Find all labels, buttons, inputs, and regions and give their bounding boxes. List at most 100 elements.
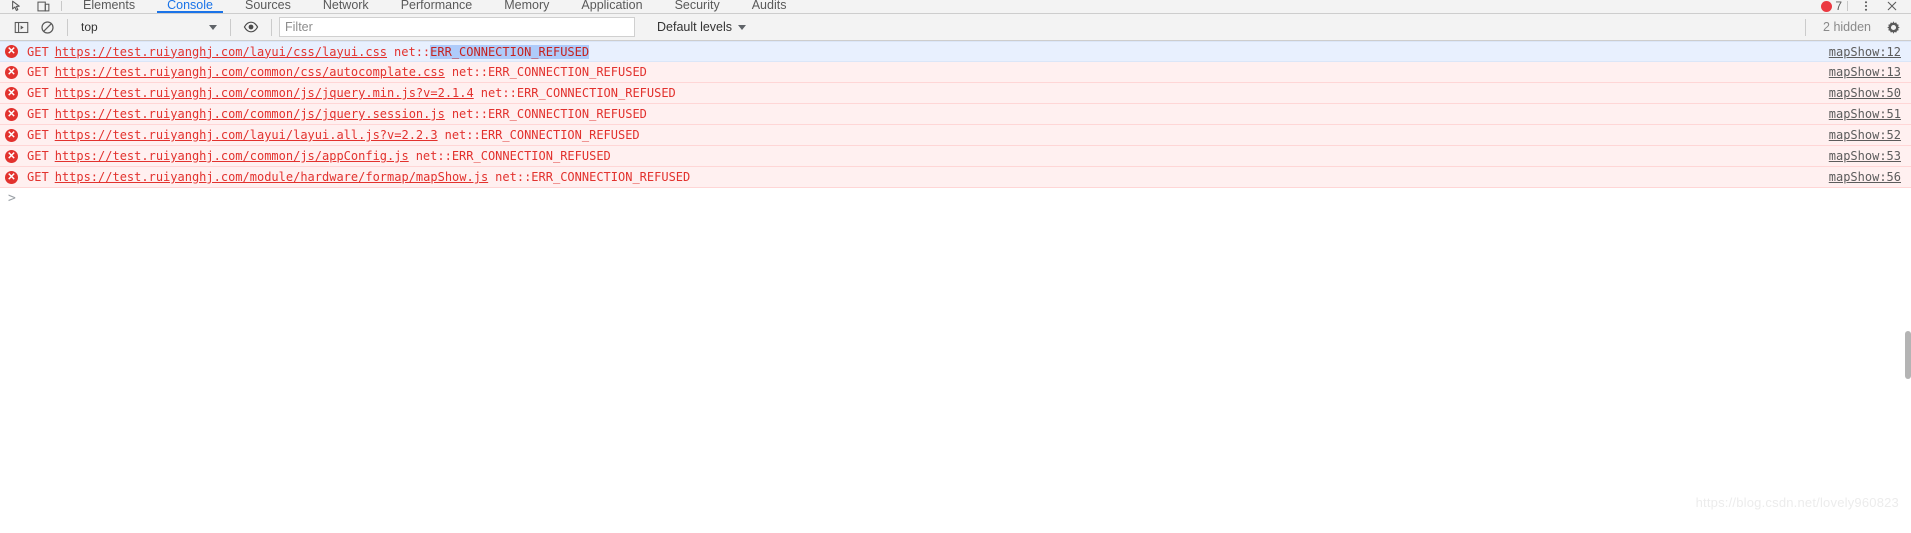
source-location-link[interactable]: mapShow:12 xyxy=(1829,45,1901,59)
console-message-row[interactable]: ✕ GET https://test.ruiyanghj.com/common/… xyxy=(0,62,1911,83)
tab-elements-label: Elements xyxy=(83,0,136,12)
error-code: ERR_CONNECTION_REFUSED xyxy=(487,65,647,79)
request-url-link[interactable]: https://test.ruiyanghj.com/common/js/jqu… xyxy=(55,86,474,100)
request-method: GET xyxy=(27,86,49,100)
error-code: ERR_CONNECTION_REFUSED xyxy=(487,107,647,121)
tab-sources-label: Sources xyxy=(244,0,291,12)
request-method: GET xyxy=(27,65,49,79)
source-location-link[interactable]: mapShow:56 xyxy=(1829,170,1901,184)
console-message-row[interactable]: ✕ GET https://test.ruiyanghj.com/common/… xyxy=(0,104,1911,125)
console-message-row[interactable]: ✕ GET https://test.ruiyanghj.com/common/… xyxy=(0,146,1911,167)
tab-performance-label: Performance xyxy=(400,0,473,12)
toolbar-right-controls: 2 hidden xyxy=(1798,16,1905,38)
tab-audits-label: Audits xyxy=(751,0,787,12)
request-method: GET xyxy=(27,44,49,59)
more-tabs-icon[interactable] xyxy=(1853,0,1879,13)
execution-context-selector[interactable]: top xyxy=(75,17,223,38)
tab-application[interactable]: Application xyxy=(565,0,658,13)
request-url-link[interactable]: https://test.ruiyanghj.com/layui/css/lay… xyxy=(55,45,387,59)
request-url-link[interactable]: https://test.ruiyanghj.com/common/css/au… xyxy=(55,65,445,79)
toolbar-divider-4 xyxy=(1805,18,1807,36)
clear-console-icon[interactable] xyxy=(34,16,60,38)
error-count-badge[interactable]: 7 xyxy=(1821,0,1842,13)
tab-console[interactable]: Console xyxy=(151,0,229,13)
console-message-row[interactable]: ✕ GET https://test.ruiyanghj.com/module/… xyxy=(0,167,1911,188)
devtools-window: Elements Console Sources Network Perform… xyxy=(0,0,1911,533)
tab-audits[interactable]: Audits xyxy=(736,0,803,13)
console-sidebar-icon[interactable] xyxy=(8,16,34,38)
net-prefix: net:: xyxy=(394,44,431,59)
execution-context-value: top xyxy=(81,20,98,34)
source-location-link[interactable]: mapShow:53 xyxy=(1829,149,1901,163)
net-prefix: net:: xyxy=(480,86,517,100)
console-prompt[interactable]: > xyxy=(0,188,1911,208)
error-icon: ✕ xyxy=(5,107,18,121)
error-dot-icon xyxy=(1821,0,1833,12)
net-prefix: net:: xyxy=(495,170,532,184)
request-method: GET xyxy=(27,170,49,184)
source-location-link[interactable]: mapShow:50 xyxy=(1829,86,1901,100)
error-code: ERR_CONNECTION_REFUSED xyxy=(531,170,691,184)
net-prefix: net:: xyxy=(444,128,481,142)
console-message-row[interactable]: ✕ GET https://test.ruiyanghj.com/common/… xyxy=(0,83,1911,104)
error-count-label: 7 xyxy=(1835,0,1842,13)
filter-input[interactable] xyxy=(279,17,635,37)
error-icon: ✕ xyxy=(5,45,18,58)
console-toolbar: top Default levels 2 hidden xyxy=(0,14,1911,41)
request-url-link[interactable]: https://test.ruiyanghj.com/common/js/app… xyxy=(55,149,409,163)
chevron-down-icon xyxy=(209,24,217,30)
error-code: ERR_CONNECTION_REFUSED xyxy=(451,149,611,163)
error-icon: ✕ xyxy=(5,128,18,142)
net-prefix: net:: xyxy=(451,107,488,121)
log-levels-label: Default levels xyxy=(657,20,733,34)
tabstrip-right-divider xyxy=(1847,1,1848,11)
tabstrip-divider xyxy=(61,1,62,11)
console-message-row[interactable]: ✕ GET https://test.ruiyanghj.com/layui/l… xyxy=(0,125,1911,146)
error-code: ERR_CONNECTION_REFUSED xyxy=(516,86,676,100)
source-location-link[interactable]: mapShow:13 xyxy=(1829,65,1901,79)
device-toolbar-icon[interactable] xyxy=(30,0,56,13)
hidden-messages-count[interactable]: 2 hidden xyxy=(1813,20,1881,34)
toolbar-divider-3 xyxy=(271,18,272,36)
error-code: ERR_CONNECTION_REFUSED xyxy=(430,44,590,59)
source-location-link[interactable]: mapShow:51 xyxy=(1829,107,1901,121)
request-method: GET xyxy=(27,128,49,142)
tab-sources[interactable]: Sources xyxy=(229,0,307,13)
inspect-element-icon[interactable] xyxy=(4,0,30,13)
eye-icon[interactable] xyxy=(238,16,264,38)
tabstrip-right-controls: 7 xyxy=(1821,0,1911,13)
console-scrollbar-thumb[interactable] xyxy=(1905,331,1911,379)
error-code: ERR_CONNECTION_REFUSED xyxy=(480,128,640,142)
request-method: GET xyxy=(27,107,49,121)
error-icon: ✕ xyxy=(5,149,18,163)
close-devtools-icon[interactable] xyxy=(1879,0,1905,13)
request-url-link[interactable]: https://test.ruiyanghj.com/common/js/jqu… xyxy=(55,107,445,121)
tab-memory[interactable]: Memory xyxy=(488,0,565,13)
tab-memory-label: Memory xyxy=(504,0,550,12)
tab-console-label: Console xyxy=(167,0,213,12)
error-icon: ✕ xyxy=(5,65,18,79)
tab-elements[interactable]: Elements xyxy=(67,0,151,13)
tab-application-label: Application xyxy=(581,0,643,12)
toolbar-divider-2 xyxy=(230,18,231,36)
net-prefix: net:: xyxy=(451,65,488,79)
devtools-tabstrip: Elements Console Sources Network Perform… xyxy=(0,0,1911,14)
tab-security-label: Security xyxy=(674,0,720,12)
console-message-list[interactable]: ✕ GET https://test.ruiyanghj.com/layui/c… xyxy=(0,41,1911,520)
log-levels-selector[interactable]: Default levels xyxy=(657,20,747,34)
toolbar-divider-1 xyxy=(67,18,68,36)
request-method: GET xyxy=(27,149,49,163)
console-message-row[interactable]: ✕ GET https://test.ruiyanghj.com/layui/c… xyxy=(0,41,1911,62)
tab-network[interactable]: Network xyxy=(307,0,385,13)
tab-security[interactable]: Security xyxy=(659,0,736,13)
error-icon: ✕ xyxy=(5,170,18,184)
tab-performance[interactable]: Performance xyxy=(385,0,489,13)
chevron-down-icon xyxy=(738,24,747,30)
request-url-link[interactable]: https://test.ruiyanghj.com/module/hardwa… xyxy=(55,170,488,184)
watermark-text: https://blog.csdn.net/lovely960823 xyxy=(1695,495,1899,510)
source-location-link[interactable]: mapShow:52 xyxy=(1829,128,1901,142)
request-url-link[interactable]: https://test.ruiyanghj.com/layui/layui.a… xyxy=(55,128,438,142)
tab-network-label: Network xyxy=(322,0,369,12)
gear-icon[interactable] xyxy=(1881,16,1905,38)
error-icon: ✕ xyxy=(5,86,18,100)
